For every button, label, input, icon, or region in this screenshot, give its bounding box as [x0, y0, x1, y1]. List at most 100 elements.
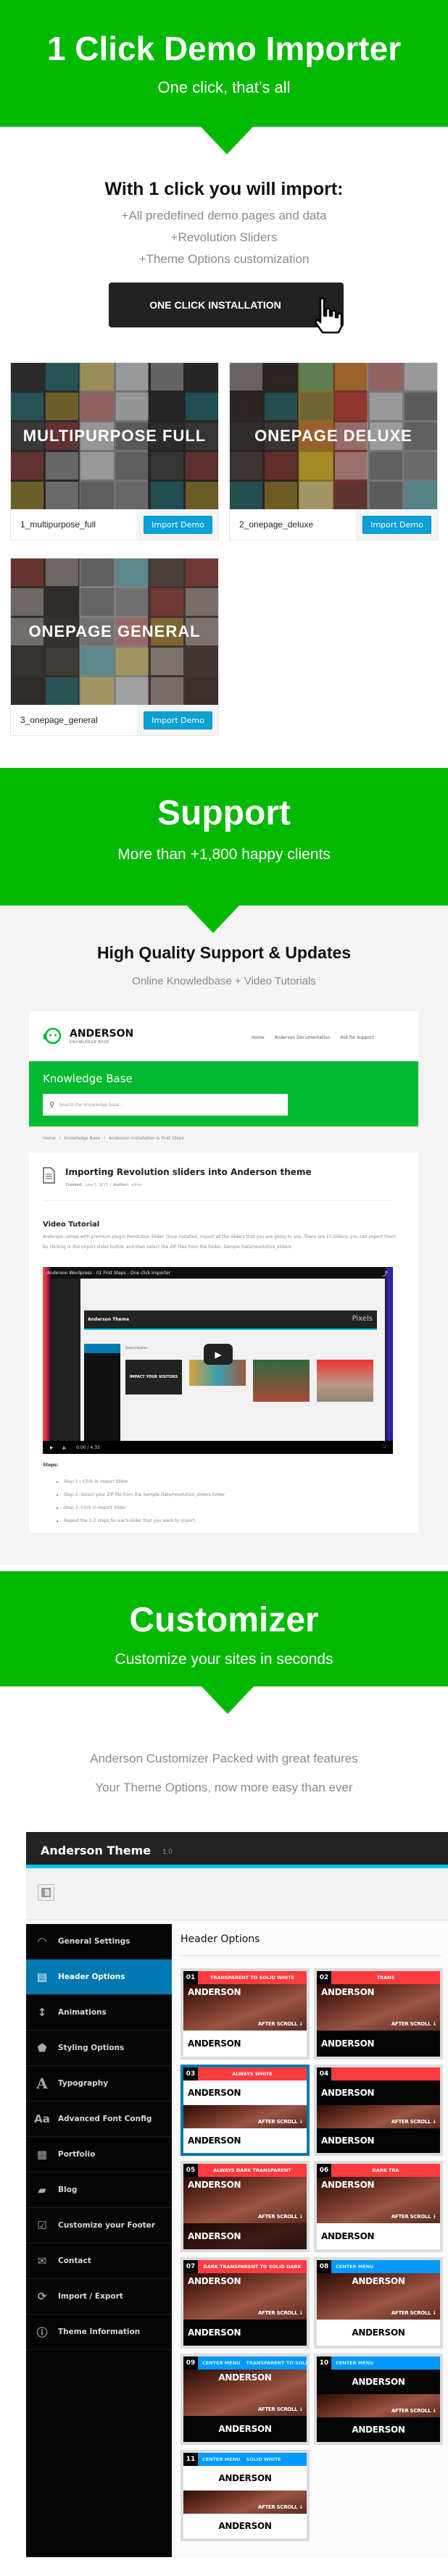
sidebar-item-blog[interactable]: ▰ Blog: [26, 2173, 172, 2208]
one-click-installation-button[interactable]: ONE CLICK INSTALLATION: [109, 283, 344, 327]
play-icon[interactable]: ▶: [50, 1445, 54, 1450]
header-style-option-08[interactable]: 08 CENTER MENU ANDERSON AFTER SCROLL ↓ ANDER…: [314, 2257, 443, 2349]
header-style-option-09[interactable]: 09 CENTER MENU TRANSPARENT TO SOLID DARK AN…: [181, 2354, 328, 2445]
play-button[interactable]: ▶: [204, 1344, 233, 1365]
sidebar-item-typography[interactable]: A Typography: [26, 2066, 172, 2102]
header-style-option-05[interactable]: 05 ALWAYS DARK TRANSPARENT ANDERSON AFTER S…: [181, 2161, 310, 2252]
hand-pointer-icon: [314, 297, 343, 334]
preview-white-section: ANDERSON: [317, 2320, 440, 2346]
sidebar-item-label: Blog: [58, 2186, 78, 2194]
kb-nav-home[interactable]: Home: [252, 1035, 265, 1040]
grid-icon: ▦: [36, 2148, 48, 2161]
arrow-down-icon: ↓: [297, 2021, 303, 2027]
header-style-option-03[interactable]: 03 ALWAYS WHITE ANDERSON AFTER SCROLL ↓ ANDE…: [181, 2065, 310, 2156]
support-title: Support: [157, 794, 291, 832]
logo-text: ANDERSON: [352, 2328, 405, 2338]
preview-dark-section: ANDERSON: [317, 2370, 440, 2394]
sidebar-item-theme-information[interactable]: ⓘ Theme Information: [26, 2314, 172, 2350]
preview-dark-section: ANDERSON: [183, 2416, 307, 2442]
logo-text: ANDERSON: [188, 2180, 241, 2190]
demo-thumbnail-title: ONEPAGE GENERAL: [28, 622, 201, 640]
breadcrumb-item[interactable]: Home: [43, 1136, 56, 1141]
header-style-option-04[interactable]: 04 ANDERSON AFTER SCROLL ↓ ANDERSON: [314, 2065, 443, 2156]
sidebar-item-advanced-font-config[interactable]: Aa Advanced Font Config: [26, 2102, 172, 2137]
share-icon[interactable]: ⤴: [382, 1270, 388, 1278]
sidebar-item-import-export[interactable]: ⟳ Import / Export: [26, 2279, 172, 2314]
preview-image-section: ANDERSON AFTER SCROLL ↓: [317, 2273, 440, 2320]
header-style-option-11[interactable]: 11 CENTER MENU SOLID WHITE ANDERSON AFTER SC…: [181, 2450, 310, 2541]
kb-nav-support[interactable]: Ask for Support: [340, 1035, 374, 1040]
sidebar-item-styling-options[interactable]: ⬟ Styling Options: [26, 2031, 172, 2066]
demo-name: 2_onepage_deluxe: [230, 509, 356, 540]
importer-title: 1 Click Demo Importer: [46, 30, 402, 67]
sidebar-item-label: Customize your Footer: [58, 2221, 155, 2230]
preview-image-section: AFTER SCROLL ↓: [317, 2105, 440, 2128]
customizer-line: Your Theme Options, now more easy than e…: [95, 1781, 353, 1794]
sidebar-item-general-settings[interactable]: ◠ General Settings: [26, 1924, 172, 1960]
header-style-option-07[interactable]: 07 DARK TRANSPARENT TO SOLID DARK ANDERSON…: [181, 2257, 310, 2349]
after-scroll-label: AFTER SCROLL ↓: [257, 2021, 303, 2027]
option-label: CENTER MENU: [336, 2264, 374, 2270]
demo-thumbnail: ONEPAGE DELUXE: [230, 363, 437, 509]
breadcrumb-item[interactable]: Knowledge Base: [65, 1136, 101, 1141]
option-number: 06: [317, 2164, 331, 2177]
header-style-option-10[interactable]: 10 CENTER MENU ANDERSON AFTER SCROLL ↓ ANDER…: [314, 2354, 443, 2445]
sidebar-item-label: Styling Options: [58, 2044, 125, 2052]
sidebar-item-portfolio[interactable]: ▦ Portfolio: [26, 2137, 172, 2173]
preview-image-section: AFTER SCROLL ↓: [317, 2394, 440, 2417]
option-label: TRANSPARENT TO SOLID WHITE: [210, 1975, 294, 1981]
envelope-icon: ✉: [37, 2254, 47, 2267]
panel-header: Anderson Theme 1.0: [26, 1832, 448, 1868]
option-label: CENTER MENU: [202, 2456, 241, 2462]
after-scroll-label: AFTER SCROLL ↓: [391, 2408, 436, 2414]
sidebar-item-label: Contact: [58, 2257, 91, 2265]
demo-name: 1_multipurpose_full: [11, 509, 137, 540]
kb-search-placeholder: Search the knowledge base...: [59, 1102, 124, 1108]
layout-toggle-icon[interactable]: [38, 1884, 54, 1901]
sidebar-item-contact[interactable]: ✉ Contact: [26, 2243, 172, 2279]
preview-white-section: ANDERSON: [317, 2223, 440, 2249]
import-demo-button[interactable]: Import Demo: [144, 711, 212, 729]
import-demo-button[interactable]: Import Demo: [144, 515, 212, 534]
arrow-down-icon: ↓: [297, 2310, 303, 2316]
logo-text: ANDERSON: [218, 2372, 272, 2383]
header-style-option-02[interactable]: 02 TRANS ANDERSON AFTER SCROLL ↓ ANDERSON: [314, 1968, 443, 2059]
import-demo-button[interactable]: Import Demo: [362, 515, 431, 534]
fullscreen-icon[interactable]: ⛶: [383, 1444, 386, 1450]
volume-icon[interactable]: 🔈: [62, 1445, 67, 1450]
customizer-title: Customizer: [129, 1601, 319, 1639]
kb-nav-documentation[interactable]: Anderson Documentation: [275, 1035, 331, 1040]
kb-search-input[interactable]: ⚲ Search the knowledge base...: [43, 1094, 288, 1116]
step-item: Repeat the 1-3 steps for each slider tha…: [64, 1515, 225, 1528]
step-item: Step 1 – Click in Import Slider: [64, 1476, 225, 1489]
preview-white-section: ANDERSON: [183, 2128, 307, 2153]
logo-text: ANDERSON: [218, 2473, 272, 2483]
preview-white-section: ANDERSON: [183, 2081, 307, 2105]
arrow-down-icon: ↓: [297, 2504, 303, 2510]
document-icon: [43, 1167, 55, 1184]
comment-icon: ▰: [38, 2183, 46, 2196]
sidebar-item-customize-your-footer[interactable]: ☑ Customize your Footer: [26, 2208, 172, 2243]
header-style-option-01[interactable]: 01 TRANSPARENT TO SOLID WHITE ANDERSON AFTE…: [181, 1968, 310, 2059]
preview-image-section: ANDERSON AFTER SCROLL ↓: [183, 2370, 307, 2416]
video-player[interactable]: Anderson Wordpress - 01 First Steps - On…: [43, 1267, 393, 1454]
preview-image-section: ANDERSON AFTER SCROLL ↓: [183, 1984, 307, 2031]
support-heading: High Quality Support & Updates: [96, 943, 352, 962]
step-item: Step 2 -Select your ZIP file from the Sa…: [64, 1489, 225, 1502]
breadcrumb-item[interactable]: Anderson Installation & First Steps: [109, 1136, 183, 1141]
demo-thumbnail-title: MULTIPURPOSE FULL: [22, 427, 207, 445]
sidebar-item-animations[interactable]: ↕ Animations: [26, 1995, 172, 2031]
step-item: Step 3 -Click in Import Slider: [64, 1502, 225, 1515]
logo-text: ANDERSON: [188, 2088, 241, 2098]
panel-toolbar: [26, 1868, 448, 1920]
import-bullet: +Revolution Sliders: [170, 230, 278, 244]
option-label: CENTER MENU: [202, 2360, 241, 2366]
logo-text: ANDERSON: [321, 1987, 375, 1997]
demo-card-onepage-deluxe: ONEPAGE DELUXE 2_onepage_deluxe Import D…: [229, 362, 438, 540]
header-style-option-06[interactable]: 06 DARK TRA ANDERSON AFTER SCROLL ↓ ANDERSON: [314, 2161, 443, 2252]
panel-version: 1.0: [162, 1848, 173, 1856]
after-scroll-label: AFTER SCROLL ↓: [257, 2214, 303, 2220]
preview-image-section: ANDERSON AFTER SCROLL ↓: [183, 2273, 307, 2320]
sidebar-item-header-options[interactable]: ▤ Header Options: [26, 1960, 172, 1995]
banner-arrow: [202, 1686, 254, 1714]
